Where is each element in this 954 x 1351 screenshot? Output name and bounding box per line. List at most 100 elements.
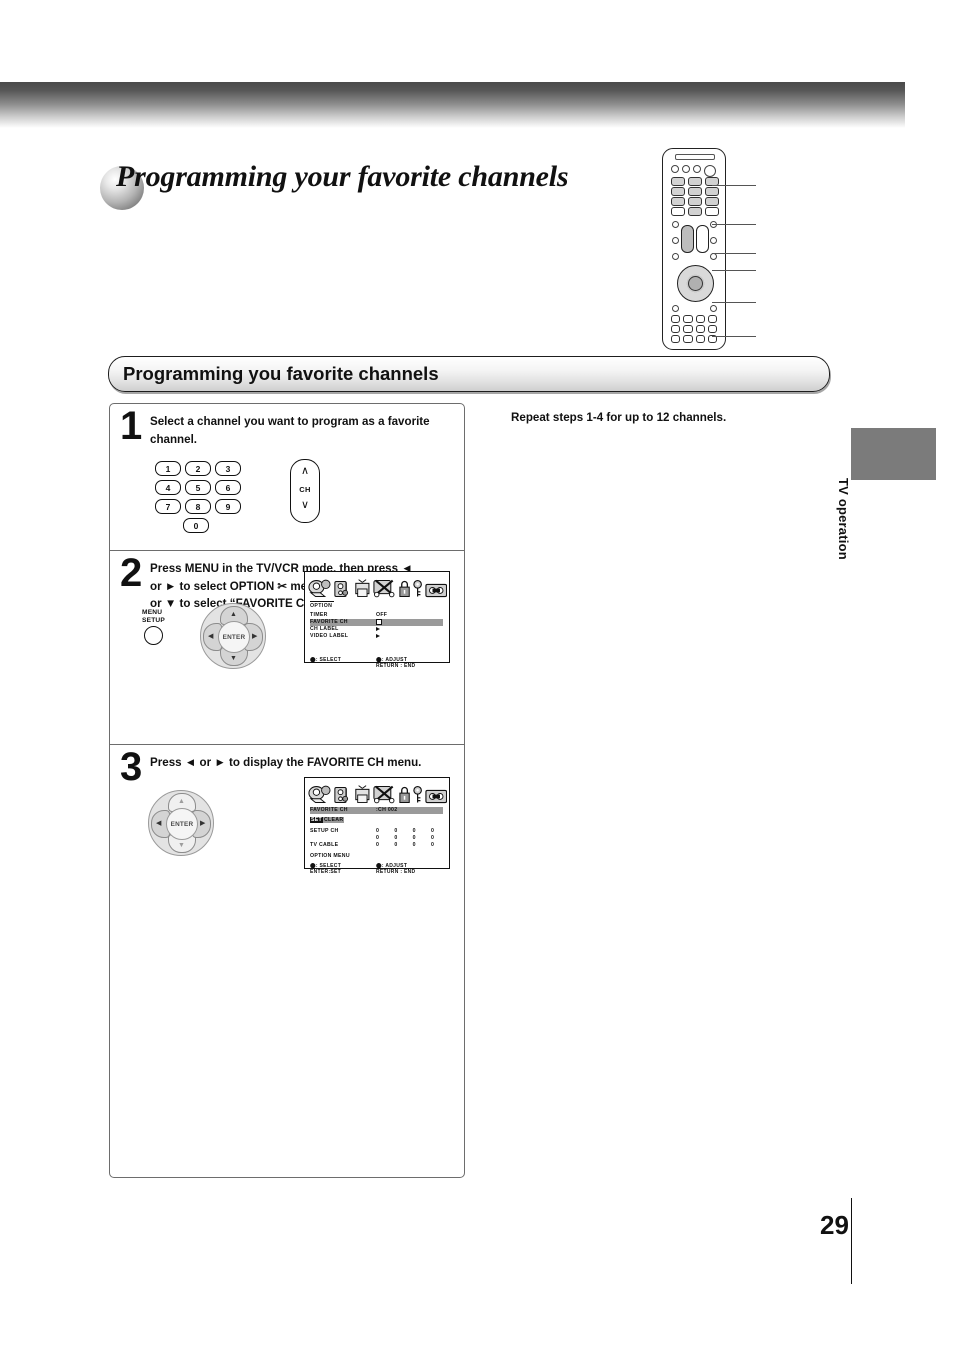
osd-row-favorite-ch-label: FAVORITE CH [310, 619, 348, 625]
menu-button-label-line2: SETUP [142, 616, 165, 624]
remote-control-illustration [662, 148, 726, 350]
osd-menu-name: OPTION [310, 602, 333, 609]
sidebar-chapter-label: TV operation [836, 478, 851, 560]
osd-row-video-label: VIDEO LABEL [310, 633, 444, 640]
osd-row-tv-cable-label: TV CABLE [310, 842, 339, 848]
audio-settings-icon [334, 580, 349, 598]
dpad-left-arrow-icon-step3: ◀ [156, 820, 162, 827]
option-tools-icon [373, 579, 395, 598]
dpad-down-arrow-icon: ▼ [230, 655, 237, 662]
osd-row-setup-ch: SETUP CH 0 0 0 0 [310, 828, 444, 835]
osd-option-rows: TIMER OFF FAVORITE CH CH LABEL VIDEO LAB… [310, 612, 444, 640]
picture-settings-icon-2 [308, 785, 331, 803]
osd-favorite-title-value: :CH 002 [376, 807, 398, 813]
remote-vol-rocker [696, 225, 709, 253]
remote-side-circle-left-2 [672, 237, 679, 244]
osd-favorite-rows: FAVORITE CH :CH 002 SET CLEAR SETUP CH 0 … [310, 807, 444, 860]
dpad-up-arrow-icon-step3: ▲ [178, 798, 185, 805]
option-tools-icon-2 [373, 785, 395, 804]
osd-row-video-label-label: VIDEO LABEL [310, 633, 349, 639]
picture-settings-icon [308, 579, 331, 597]
dpad-left-arrow-icon: ◀ [208, 633, 214, 640]
osd-row-ch-label-label: CH LABEL [310, 626, 339, 632]
osd-set-button: SET [310, 817, 323, 823]
channel-rocker-illustration: ∧ CH ∨ [290, 459, 320, 523]
keypad-key-1: 1 [155, 461, 181, 476]
osd-row-blank: 0 0 0 0 [310, 835, 444, 842]
osd-favorite-ch-menu: FAVORITE CH :CH 002 SET CLEAR SETUP CH 0 … [304, 777, 450, 875]
osd-footer-return: RETURN : END [376, 663, 416, 669]
osd-row-favorite-ch: FAVORITE CH [310, 619, 443, 626]
vcr-tape-icon-2 [424, 789, 447, 804]
lock-icon-2 [399, 786, 410, 804]
channel-down-icon: ∨ [300, 499, 310, 511]
page-number: 29 [820, 1210, 849, 1240]
osd-option-menu: OPTION TIMER OFF FAVORITE CH CH LABEL VI… [304, 571, 450, 669]
callout-line-arrows [712, 253, 756, 255]
steps-panel: 1 Select a channel you want to program a… [109, 403, 465, 1178]
tv-display-icon-2 [355, 785, 370, 803]
callout-line-bottom [712, 336, 756, 338]
numeric-keypad-illustration: 1 2 3 4 5 6 7 8 9 0 [155, 461, 245, 537]
section-heading-bar: Programming you favorite channels [108, 356, 830, 392]
osd-icon-row [305, 572, 449, 600]
step-1-text: Select a channel you want to program as … [150, 415, 430, 446]
keypad-key-3: 3 [215, 461, 241, 476]
section-heading-text: Programming you favorite channels [123, 363, 439, 384]
remote-bottom-row-2 [671, 325, 717, 333]
osd-footer-adjust-group: ⬤: ADJUST RETURN : END [376, 657, 415, 669]
sidebar-chapter-tab [851, 428, 936, 480]
step-3: 3 Press ◄ or ► to display the FAVORITE C… [110, 745, 464, 1175]
channel-button-label: CH [299, 485, 311, 494]
remote-side-circle-left-1 [672, 221, 679, 228]
step-2-number: 2 [120, 551, 143, 595]
remote-side-circle-right-2 [710, 237, 717, 244]
dpad-down-arrow-icon-step3: ▼ [178, 842, 185, 849]
remote-side-circle-left-3 [672, 253, 679, 260]
step-3-text: Press ◄ or ► to display the FAVORITE CH … [150, 756, 422, 769]
keypad-key-7: 7 [155, 499, 181, 514]
remote-menu-button [672, 305, 679, 312]
osd-footer-select: ⬤: SELECT [310, 657, 342, 663]
osd-favorite-footer-right: ⬤: ADJUST RETURN : END [376, 863, 415, 875]
footer-rule [851, 1198, 853, 1284]
callout-line-keypad [712, 185, 756, 187]
menu-button-circle [144, 626, 163, 646]
osd-row-blank-cells: 0 0 0 0 [376, 835, 441, 841]
header-gradient-band [0, 82, 905, 128]
osd-row-timer-label: TIMER [310, 612, 328, 618]
remote-ch-rocker [681, 225, 694, 253]
remote-bottom-row-1 [671, 315, 717, 323]
osd-favorite-footer-enter: ENTER:SET [310, 869, 342, 875]
osd-row-timer-value: OFF [376, 612, 388, 618]
vcr-tape-icon [424, 583, 447, 598]
keypad-key-6: 6 [215, 480, 241, 495]
osd-row-ch-label-marker [376, 626, 380, 633]
osd-favorite-footer-return: RETURN : END [376, 869, 416, 875]
callout-line-ch [712, 224, 756, 226]
keypad-key-9: 9 [215, 499, 241, 514]
remote-top-circle-row [671, 165, 716, 177]
osd-row-setup-ch-label: SETUP CH [310, 828, 339, 834]
step-1: 1 Select a channel you want to program a… [110, 404, 464, 551]
remote-bottom-row-3 [671, 335, 717, 343]
enter-button-label: ENTER [218, 621, 250, 653]
remote-keypad-row-2 [671, 187, 719, 196]
osd-favorite-title-label: FAVORITE CH [310, 807, 348, 813]
keypad-key-8: 8 [185, 499, 211, 514]
repeat-steps-note: Repeat steps 1-4 for up to 12 channels. [511, 411, 727, 424]
dpad-right-arrow-icon-step3: ▶ [200, 820, 206, 827]
page-title: Programming your favorite channels [116, 160, 569, 193]
osd-row-timer: TIMER OFF [310, 612, 444, 619]
callout-line-menu [712, 302, 756, 304]
dpad-illustration-step3: ▲ ▼ ◀ ▶ ENTER [148, 790, 214, 856]
dpad-up-arrow-icon: ▲ [230, 611, 237, 618]
dpad-right-arrow-icon: ▶ [252, 633, 258, 640]
osd-row-tv-cable: TV CABLE 0 0 0 0 [310, 842, 444, 849]
remote-keypad-row-3 [671, 197, 719, 206]
remote-dpad [677, 265, 714, 302]
osd-icon-row-2 [305, 778, 449, 806]
osd-row-ch-label: CH LABEL [310, 626, 444, 633]
key-icon-2 [413, 786, 423, 803]
osd-row-option-menu-label: OPTION MENU [310, 853, 350, 859]
